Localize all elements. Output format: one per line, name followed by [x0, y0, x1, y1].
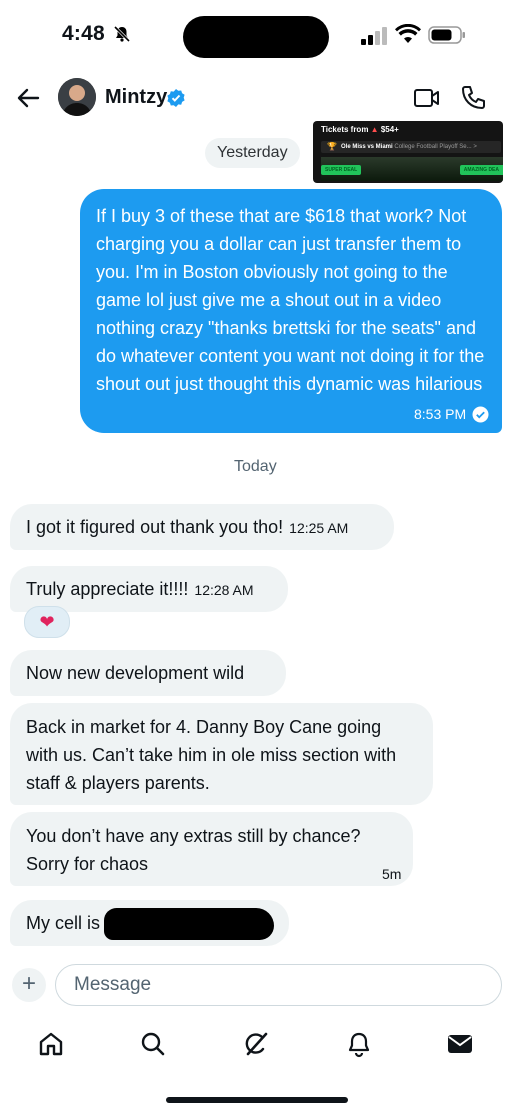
message-text: Back in market for 4. Danny Boy Cane goi… [26, 717, 397, 793]
received-message-bubble[interactable]: I got it figured out thank you tho! 12:25… [10, 504, 394, 550]
ticket-preview-card[interactable]: Tickets from ▲ $54+ 🏆 Ole Miss vs Miami C… [313, 121, 503, 183]
message-time: 12:25 AM [289, 520, 349, 536]
redaction-mark [104, 908, 274, 940]
dynamic-island [183, 16, 329, 58]
phone-call-icon[interactable] [459, 84, 487, 117]
date-separator-yesterday: Yesterday [205, 138, 300, 168]
contact-name[interactable]: Mintzy [105, 86, 167, 109]
read-check-icon [472, 406, 489, 428]
received-message-bubble[interactable]: You don’t have any extras still by chanc… [10, 812, 413, 886]
message-time: 5m [382, 866, 402, 882]
video-call-icon[interactable] [413, 86, 441, 115]
home-indicator [166, 1097, 348, 1103]
date-separator-today: Today [234, 458, 277, 475]
sent-message-text: If I buy 3 of these that are $618 that w… [96, 206, 485, 394]
message-time: 12:28 AM [194, 582, 254, 598]
notifications-icon[interactable] [345, 1030, 373, 1063]
message-text: Truly appreciate it!!!! [26, 579, 189, 599]
verified-badge-icon [166, 88, 186, 113]
received-message-bubble[interactable]: Back in market for 4. Danny Boy Cane goi… [10, 703, 433, 805]
grok-icon[interactable] [242, 1030, 270, 1063]
status-time: 4:48 [62, 22, 105, 45]
message-text: My cell is [26, 913, 101, 933]
search-icon[interactable] [139, 1030, 167, 1063]
bell-slash-icon [113, 25, 131, 48]
back-arrow-icon[interactable] [14, 84, 42, 117]
trophy-icon: 🏆 [327, 142, 337, 151]
messages-icon[interactable] [446, 1030, 474, 1063]
heart-reaction-icon[interactable]: ❤ [24, 606, 70, 638]
message-text: Now new development wild [26, 663, 245, 683]
message-text: I got it figured out thank you tho! [26, 517, 284, 537]
received-message-bubble[interactable]: Now new development wild [10, 650, 286, 696]
message-text: You don’t have any extras still by chanc… [26, 826, 361, 874]
cellular-signal-icon [361, 27, 389, 50]
ticket-title: Tickets from ▲ $54+ [321, 125, 399, 134]
ticket-event-row: 🏆 Ole Miss vs Miami College Football Play… [321, 141, 501, 153]
message-input[interactable]: Message [55, 964, 502, 1006]
battery-icon [428, 26, 466, 49]
home-icon[interactable] [37, 1030, 65, 1063]
wifi-icon [395, 23, 421, 49]
add-attachment-button[interactable]: + [12, 968, 46, 1002]
sent-message-time: 8:53 PM [414, 406, 467, 422]
amazing-deal-badge: AMAZING DEA [459, 165, 503, 175]
super-deal-badge: SUPER DEAL [321, 165, 362, 175]
avatar[interactable] [58, 78, 96, 116]
sent-message-bubble[interactable]: If I buy 3 of these that are $618 that w… [80, 189, 502, 433]
